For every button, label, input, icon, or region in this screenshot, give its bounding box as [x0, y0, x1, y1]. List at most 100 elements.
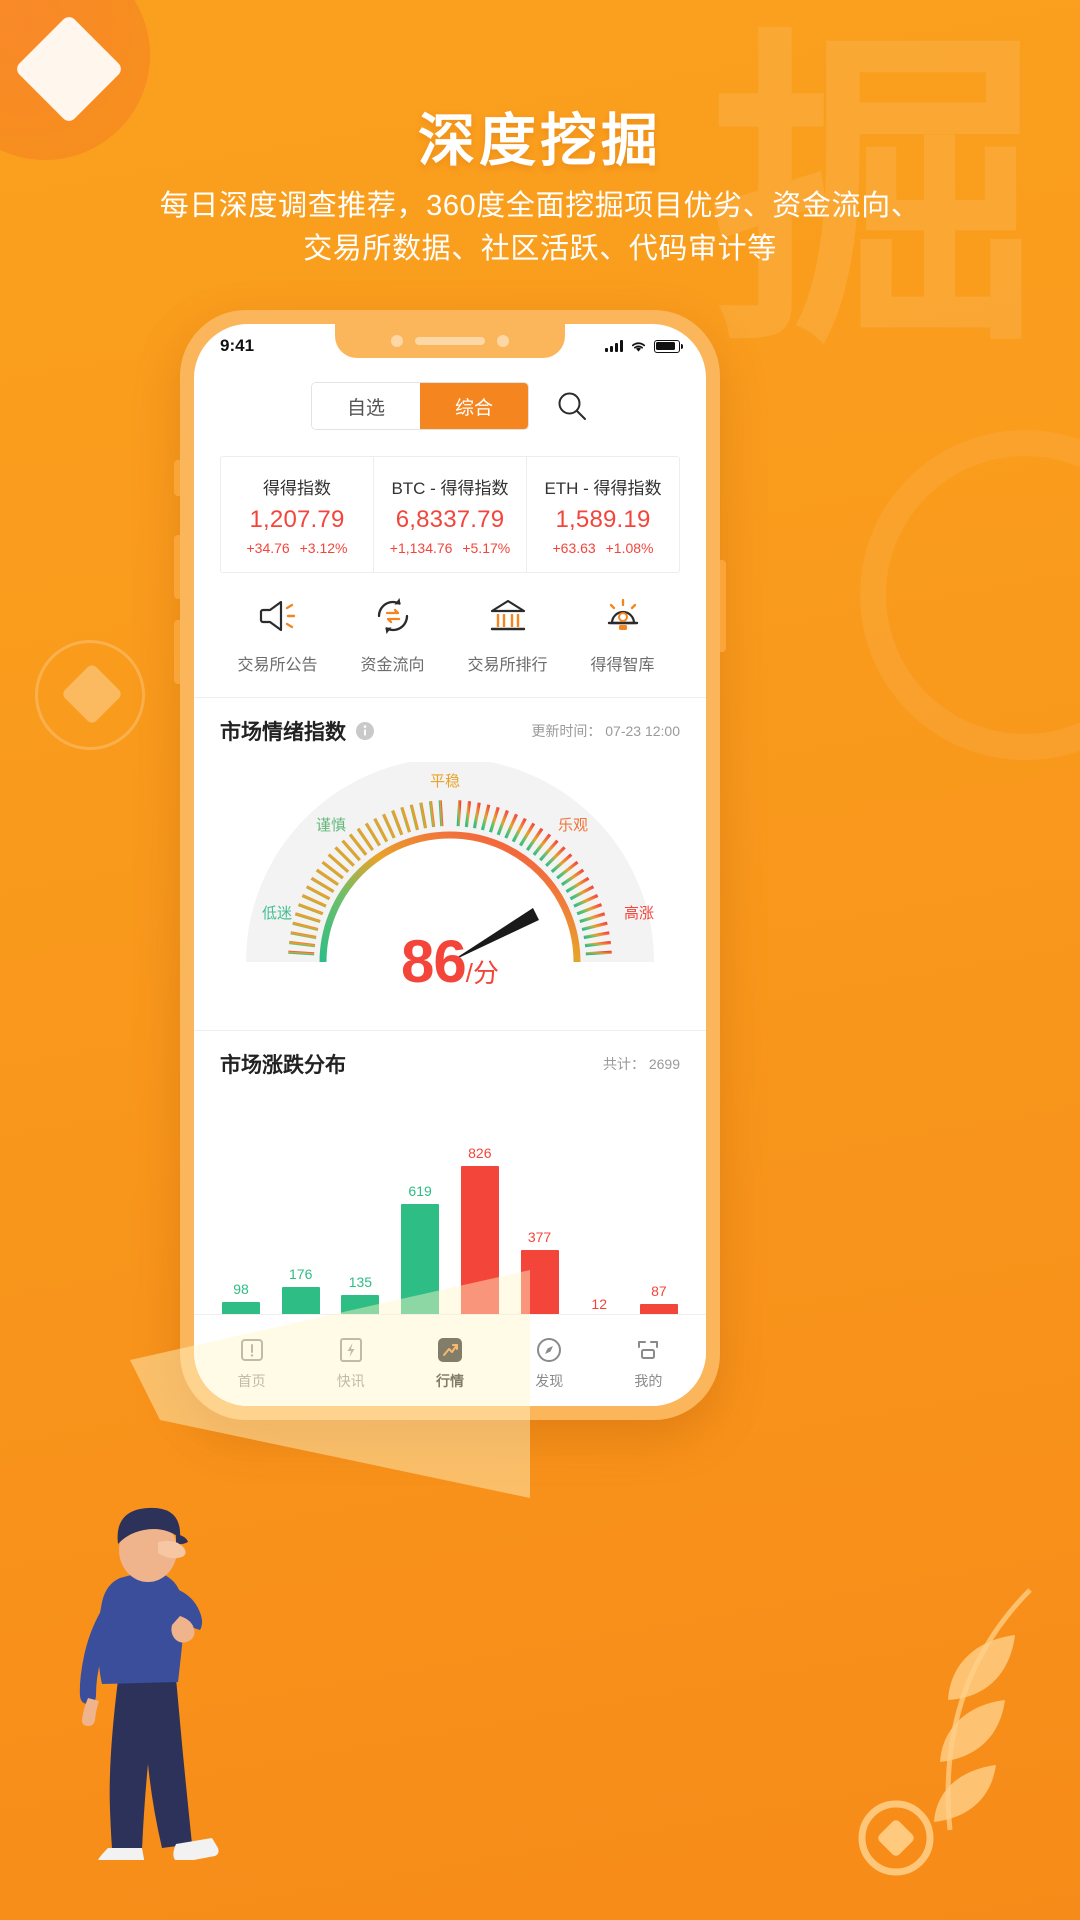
quick-action-label: 得得智库 [590, 657, 655, 674]
subtitle-line-2: 交易所数据、社区活跃、代码审计等 [303, 232, 777, 265]
quick-action-label: 资金流向 [360, 657, 425, 674]
tab-我的[interactable]: 我的 [599, 1336, 698, 1391]
page-title: 深度挖掘 [418, 109, 662, 173]
tab-label: 发现 [535, 1373, 564, 1389]
index-change-abs: +34.76 [246, 540, 290, 556]
bar-value-label: 87 [651, 1283, 667, 1299]
sentiment-updated-time: 更新时间： 07-23 12:00 [531, 723, 680, 739]
distribution-bar-chart: 98 176 135 619 826 377 12 87 [220, 1111, 680, 1321]
quick-action-资金流向[interactable]: 资金流向 [335, 595, 450, 675]
index-change: +63.63 +1.08% [531, 540, 675, 556]
wifi-icon [631, 341, 646, 352]
bar-columns: 98 176 135 619 826 377 12 87 [220, 1120, 680, 1320]
bar-value-label: 135 [348, 1274, 373, 1290]
decor-diamond-small [60, 662, 124, 726]
tab-快讯[interactable]: 快讯 [301, 1336, 400, 1391]
app-content: 自选 综合 得得指数 1,207.79 +34.76 +3.12% BTC - … [194, 368, 706, 1321]
person-illustration [79, 1507, 219, 1860]
bar-value-label: 176 [289, 1266, 313, 1282]
index-change-pct: +1.08% [605, 540, 654, 556]
quick-action-交易所排行[interactable]: 交易所排行 [450, 595, 565, 675]
phone-mockup: 9:41 自选 综合 得得指数 1,207.79 +34.76 +3.12% B… [174, 310, 726, 1420]
index-value: 1,589.19 [555, 506, 651, 533]
battery-icon [654, 339, 683, 353]
bar-value-label: 12 [591, 1296, 607, 1312]
distribution-total: 共计： 2699 [602, 1056, 680, 1072]
index-name: BTC - 得得指数 [391, 479, 509, 498]
bar-value-label: 619 [408, 1183, 432, 1199]
index-change-pct: +5.17% [462, 540, 511, 556]
status-time: 9:41 [220, 336, 255, 355]
bar-column: 176 [280, 1266, 322, 1320]
sentiment-gauge: 低迷 谨慎 平稳 乐观 高涨 86/分 [220, 762, 680, 1030]
tab-首页[interactable]: 首页 [202, 1336, 301, 1391]
index-name: ETH - 得得指数 [544, 479, 662, 498]
index-card[interactable]: ETH - 得得指数 1,589.19 +63.63 +1.08% [527, 457, 679, 572]
bottom-tab-bar: 首页 快讯 行情 发现 我的 [194, 1314, 706, 1406]
bar-rect [520, 1250, 559, 1320]
info-icon[interactable] [355, 721, 375, 741]
gauge-score-unit: /分 [465, 958, 499, 988]
bar-column: 377 [519, 1229, 561, 1320]
tab-label: 首页 [237, 1373, 266, 1389]
index-change-abs: +1,134.76 [389, 540, 453, 556]
market-tab-switcher[interactable]: 自选 综合 [311, 382, 529, 430]
index-change: +34.76 +3.12% [225, 540, 369, 556]
status-indicators [605, 339, 683, 353]
compass-icon [537, 1338, 562, 1362]
index-value: 1,207.79 [249, 506, 345, 533]
bar-value-label: 98 [233, 1281, 249, 1297]
market-trend-icon [438, 1338, 462, 1362]
app-topbar: 自选 综合 [194, 368, 706, 448]
distribution-header: 市场涨跌分布 共计： 2699 [194, 1031, 706, 1095]
index-change-pct: +3.12% [299, 540, 348, 556]
quick-actions: 交易所公告 资金流向 交易所排行 得得智库 [220, 595, 680, 697]
gauge-label-optimistic: 乐观 [557, 817, 588, 834]
flash-news-icon [339, 1338, 362, 1362]
bar-column: 826 [459, 1145, 501, 1320]
exchange-refresh-icon [377, 598, 408, 634]
quick-action-得得智库[interactable]: 得得智库 [565, 595, 680, 675]
index-card[interactable]: 得得指数 1,207.79 +34.76 +3.12% [221, 457, 374, 572]
signal-bars-icon [605, 340, 623, 352]
megaphone-icon [259, 600, 295, 632]
bar-rect [460, 1166, 499, 1320]
alarm-lamp-icon [607, 598, 638, 630]
tab-label: 快讯 [336, 1373, 365, 1389]
tab-label: 我的 [634, 1373, 663, 1389]
tab-自选[interactable]: 自选 [312, 383, 420, 429]
quick-action-label: 交易所排行 [467, 657, 548, 674]
index-cards: 得得指数 1,207.79 +34.76 +3.12% BTC - 得得指数 6… [220, 456, 680, 573]
promo-page: 掘 深度挖掘 每日深度调查推荐，360度全面挖掘项目优劣、资金流向、 交易所数据… [0, 0, 1080, 1920]
bar-value-label: 377 [527, 1229, 552, 1245]
gauge-score: 86/分 [220, 927, 680, 996]
decor-ring [35, 640, 145, 750]
phone-screen: 9:41 自选 综合 得得指数 1,207.79 +34.76 +3.12% B… [194, 324, 706, 1406]
phone-button-volume-down [174, 620, 180, 684]
decor-leaves [858, 1588, 1032, 1876]
status-bar: 9:41 [194, 324, 706, 368]
index-card[interactable]: BTC - 得得指数 6,8337.79 +1,134.76 +5.17% [374, 457, 527, 572]
phone-button-power [720, 560, 726, 652]
decor-arc [860, 430, 1080, 760]
phone-button-mute [174, 460, 180, 496]
index-value: 6,8337.79 [395, 506, 505, 533]
bar-rect [401, 1204, 440, 1320]
index-change-abs: +63.63 [552, 540, 596, 556]
index-change: +1,134.76 +5.17% [378, 540, 522, 556]
gauge-label-high: 高涨 [623, 905, 654, 922]
subtitle-line-1: 每日深度调查推荐，360度全面挖掘项目优劣、资金流向、 [159, 190, 921, 222]
tab-发现[interactable]: 发现 [500, 1336, 599, 1391]
tab-行情[interactable]: 行情 [400, 1336, 499, 1391]
distribution-title: 市场涨跌分布 [220, 1054, 346, 1077]
gauge-label-cautious: 谨慎 [316, 817, 347, 834]
gauge-score-value: 86 [401, 928, 467, 995]
bar-column: 619 [399, 1183, 441, 1320]
bank-icon [490, 599, 525, 631]
gauge-label-low: 低迷 [262, 905, 293, 922]
quick-action-交易所公告[interactable]: 交易所公告 [220, 595, 335, 675]
home-icon [240, 1339, 263, 1361]
index-name: 得得指数 [263, 479, 331, 498]
search-icon[interactable] [555, 389, 589, 423]
tab-综合[interactable]: 综合 [420, 383, 528, 429]
